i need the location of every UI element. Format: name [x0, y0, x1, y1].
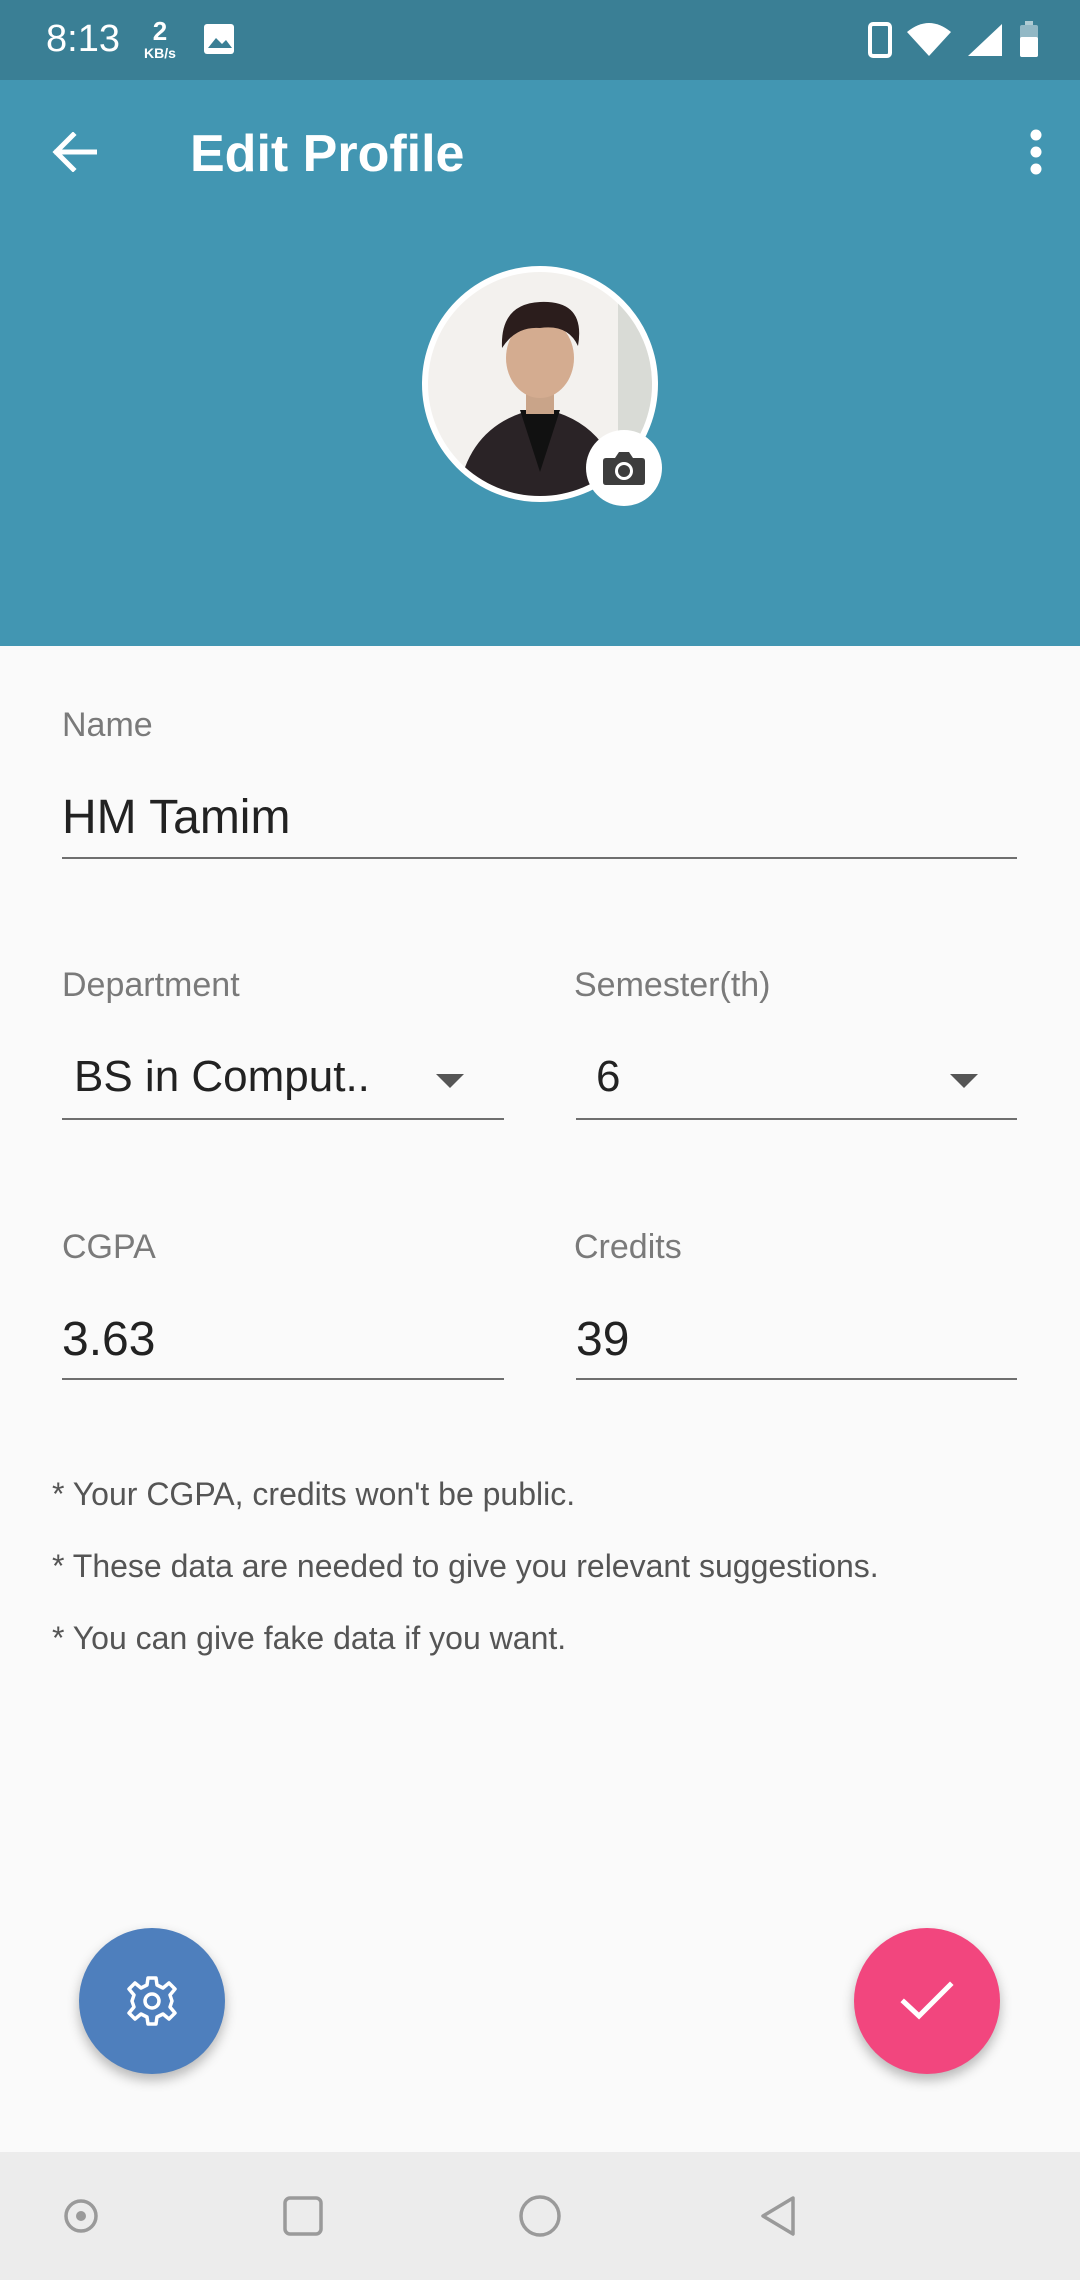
- change-photo-button[interactable]: [586, 430, 662, 506]
- status-bar: 8:13 2 KB/s: [0, 0, 1080, 80]
- back-button[interactable]: [44, 122, 104, 182]
- department-value: BS in Comput..: [74, 1052, 370, 1101]
- network-speed: 2 KB/s: [138, 18, 182, 60]
- profile-header: Edit Profile: [0, 80, 1080, 646]
- nav-home-button[interactable]: [510, 2186, 570, 2246]
- back-arrow-icon: [52, 132, 97, 172]
- semester-value: 6: [596, 1052, 621, 1101]
- avatar-container[interactable]: [422, 266, 662, 506]
- name-underline: [62, 857, 1017, 859]
- status-time: 8:13: [46, 18, 120, 60]
- name-input[interactable]: HM Tamim: [62, 790, 290, 845]
- square-icon: [283, 2196, 323, 2236]
- note-relevance: * These data are needed to give you rele…: [52, 1548, 879, 1584]
- network-speed-unit: KB/s: [144, 45, 176, 61]
- more-vert-icon: [1030, 129, 1042, 175]
- note-privacy: * Your CGPA, credits won't be public.: [52, 1476, 576, 1512]
- gallery-notification-icon: [204, 24, 234, 54]
- signal-icon: [968, 24, 1002, 56]
- name-label: Name: [62, 706, 153, 744]
- home-circle-icon: [519, 2195, 561, 2237]
- department-label: Department: [62, 966, 240, 1004]
- cgpa-underline: [62, 1378, 504, 1380]
- back-triangle-icon: [761, 2196, 795, 2236]
- dot-circle-icon: [64, 2199, 98, 2233]
- settings-button[interactable]: [79, 1928, 225, 2074]
- more-options-button[interactable]: [1006, 122, 1066, 182]
- note-fake-data: * You can give fake data if you want.: [52, 1620, 567, 1656]
- network-speed-value: 2: [152, 16, 168, 46]
- credits-underline: [576, 1378, 1017, 1380]
- dropdown-arrow-icon: [950, 1074, 978, 1088]
- save-button[interactable]: [854, 1928, 1000, 2074]
- camera-icon: [603, 452, 645, 485]
- gear-icon: [127, 1976, 177, 2026]
- nav-recents-button[interactable]: [273, 2186, 333, 2246]
- semester-label: Semester(th): [574, 966, 771, 1004]
- wifi-icon: [907, 23, 951, 56]
- page-title: Edit Profile: [190, 125, 465, 183]
- semester-dropdown[interactable]: 6: [576, 1040, 1017, 1120]
- check-icon: [900, 1981, 954, 2020]
- nav-back-button[interactable]: [748, 2186, 808, 2246]
- credits-label: Credits: [574, 1228, 682, 1266]
- department-underline: [62, 1118, 504, 1120]
- battery-icon: [1020, 21, 1038, 57]
- cgpa-input[interactable]: 3.63: [62, 1312, 155, 1367]
- semester-underline: [576, 1118, 1017, 1120]
- system-nav-bar: [0, 2152, 1080, 2280]
- dropdown-arrow-icon: [436, 1074, 464, 1088]
- credits-input[interactable]: 39: [576, 1312, 629, 1367]
- phone-icon: [868, 22, 892, 58]
- cgpa-label: CGPA: [62, 1228, 156, 1266]
- nav-assistant-button[interactable]: [51, 2186, 111, 2246]
- department-dropdown[interactable]: BS in Comput..: [62, 1040, 504, 1120]
